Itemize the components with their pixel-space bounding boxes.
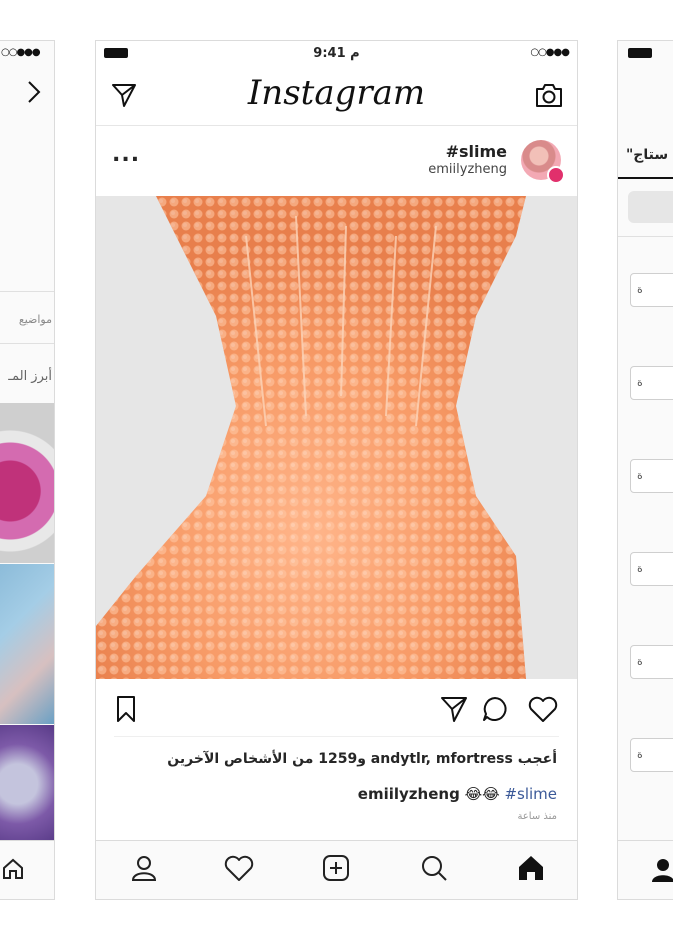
follow-button[interactable]: ة (630, 552, 673, 586)
more-options-icon[interactable]: ... (112, 142, 140, 167)
right-phone-screen: "ستاج ة ة ة ة ة ة (617, 40, 673, 900)
home-icon[interactable] (1, 857, 25, 885)
follow-button[interactable]: ة (630, 645, 673, 679)
nav-new-post[interactable] (306, 841, 366, 899)
post-username[interactable]: emiilyzheng (428, 162, 507, 177)
bookmark-icon[interactable] (114, 695, 138, 727)
search-divider (618, 236, 673, 237)
explore-thumb-purple[interactable] (0, 725, 54, 843)
post-hashtag-title[interactable]: #slime (446, 142, 507, 161)
explore-thumb-pink[interactable] (0, 403, 54, 563)
search-icon (419, 853, 449, 887)
post-caption: emiilyzheng 😂😂 #slime (358, 785, 557, 803)
left-section-divider (0, 343, 54, 344)
app-header: Instagram (96, 65, 577, 126)
nav-home[interactable] (501, 841, 561, 899)
nav-activity[interactable] (209, 841, 269, 899)
nav-search[interactable] (404, 841, 464, 899)
left-phone-screen: ○○●●● مواضيع أبرز المـ (0, 40, 55, 900)
post-timestamp: منذ ساعة (517, 811, 557, 822)
caption-emoji: 😂😂 (464, 785, 500, 803)
right-bottom-nav (618, 840, 673, 899)
search-tab-underline (618, 177, 673, 179)
bottom-nav (96, 840, 577, 899)
nav-profile[interactable] (114, 841, 174, 899)
status-bar: 9:41 م ○○●●● (96, 41, 577, 65)
follow-button[interactable]: ة (630, 738, 673, 772)
search-query-text[interactable]: "ستاج (626, 147, 668, 163)
home-icon (516, 853, 546, 887)
likes-summary[interactable]: أعجب andytlr, mfortress و1259 من الأشخاص… (167, 751, 557, 767)
instagram-feed-screen: 9:41 م ○○●●● Instagram ... #slime emiily… (95, 40, 578, 900)
explore-thumb-blue[interactable] (0, 564, 54, 724)
top-posts-label: أبرز المـ (8, 369, 52, 384)
add-post-icon (321, 853, 351, 887)
heart-icon (223, 854, 255, 886)
status-time: 9:41 م (313, 46, 360, 61)
left-header-divider (0, 291, 54, 292)
caption-hashtag[interactable]: #slime (504, 785, 557, 803)
follow-button[interactable]: ة (630, 459, 673, 493)
profile-icon[interactable] (648, 855, 673, 889)
follow-button[interactable]: ة (630, 273, 673, 307)
signal-indicator: ○○●●● (530, 47, 570, 58)
profile-icon (129, 853, 159, 887)
story-badge (547, 166, 565, 184)
signal-indicator: ○○●●● (1, 47, 41, 58)
comment-icon[interactable] (481, 695, 509, 727)
camera-icon[interactable] (533, 81, 565, 113)
chevron-right-icon[interactable] (26, 79, 42, 109)
search-field[interactable] (628, 191, 673, 223)
caption-username[interactable]: emiilyzheng (358, 785, 460, 803)
battery-icon (628, 48, 652, 58)
share-icon[interactable] (439, 695, 469, 727)
post-header: ... #slime emiilyzheng (96, 126, 577, 196)
follow-button[interactable]: ة (630, 366, 673, 400)
post-actions-bar (114, 681, 559, 737)
instagram-logo: Instagram (247, 73, 426, 113)
heart-icon[interactable] (527, 695, 559, 727)
left-bottom-nav (0, 840, 54, 899)
topics-label: مواضيع (18, 313, 52, 326)
post-image[interactable] (96, 196, 577, 679)
